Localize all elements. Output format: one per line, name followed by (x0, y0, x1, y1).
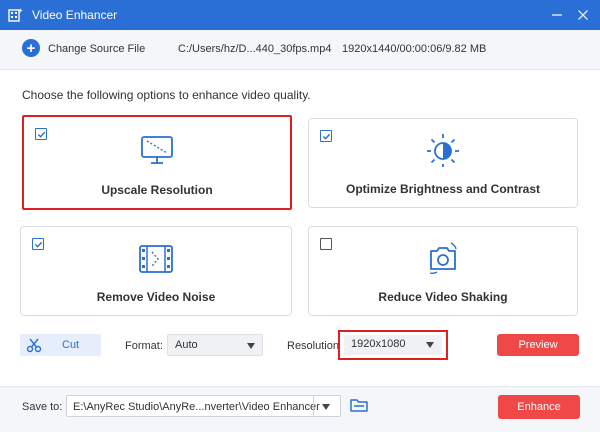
checkmark-icon (34, 241, 42, 248)
option-reduce-video-shaking[interactable]: Reduce Video Shaking (308, 226, 578, 316)
option-checkbox[interactable] (320, 238, 332, 250)
window-title: Video Enhancer (32, 8, 118, 22)
option-upscale-resolution[interactable]: Upscale Resolution (22, 115, 292, 210)
checkmark-icon (37, 131, 45, 138)
preview-button[interactable]: Preview (497, 334, 579, 356)
enhance-button[interactable]: Enhance (498, 395, 580, 419)
minimize-button[interactable] (548, 6, 566, 24)
plus-icon[interactable]: + (22, 39, 40, 57)
video-enhancer-app-icon (8, 8, 23, 22)
source-file-info: 1920x1440/00:00:06/9.82 MB (342, 43, 487, 55)
minimize-icon (552, 14, 562, 16)
folder-icon[interactable] (350, 397, 368, 413)
save-path-dropdown[interactable]: E:\AnyRec Studio\AnyRe...nverter\Video E… (66, 395, 341, 417)
option-label: Optimize Brightness and Contrast (345, 182, 541, 196)
option-checkbox[interactable] (32, 238, 44, 250)
chevron-down-icon[interactable] (322, 404, 330, 410)
source-file-bar: + Change Source File C:/Users/hz/D...440… (0, 30, 600, 70)
camera-shake-icon (429, 242, 457, 275)
cut-button[interactable]: Cut (20, 334, 101, 356)
change-source-file-button[interactable]: Change Source File (48, 43, 145, 55)
film-strip-icon (139, 245, 173, 273)
controls-row: Cut Format: Auto Resolution: 1920x1080 P… (0, 330, 600, 360)
option-remove-video-noise[interactable]: Remove Video Noise (20, 226, 292, 316)
save-to-label: Save to: (22, 401, 63, 413)
option-label: Reduce Video Shaking (378, 290, 508, 304)
option-optimize-brightness[interactable]: Optimize Brightness and Contrast (308, 118, 578, 208)
option-label: Remove Video Noise (96, 290, 216, 304)
brightness-sun-icon (427, 134, 459, 167)
option-checkbox[interactable] (35, 128, 47, 140)
option-checkbox[interactable] (320, 130, 332, 142)
resolution-value: 1920x1080 (351, 338, 406, 350)
chevron-down-icon (247, 343, 255, 349)
title-bar: Video Enhancer (0, 0, 600, 30)
checkmark-icon (322, 133, 330, 140)
format-value: Auto (175, 339, 198, 351)
scissors-icon (26, 338, 42, 353)
source-file-path: C:/Users/hz/D...440_30fps.mp4 (178, 43, 332, 55)
resolution-select-inner[interactable]: 1920x1080 (344, 335, 442, 355)
upscale-monitor-icon (141, 136, 173, 164)
format-dropdown[interactable]: Auto (167, 334, 263, 356)
resolution-label: Resolution: (287, 340, 343, 352)
dropdown-divider (313, 396, 314, 416)
option-label: Upscale Resolution (101, 183, 213, 197)
cut-label: Cut (62, 339, 80, 351)
instructions-text: Choose the following options to enhance … (22, 88, 311, 102)
chevron-down-icon (426, 342, 434, 348)
format-label: Format: (125, 340, 163, 352)
close-button[interactable] (574, 6, 592, 24)
footer-bar: Save to: E:\AnyRec Studio\AnyRe...nverte… (0, 386, 600, 432)
close-icon (578, 10, 588, 20)
resolution-dropdown[interactable]: 1920x1080 (338, 330, 448, 360)
save-path-value: E:\AnyRec Studio\AnyRe...nverter\Video E… (73, 401, 320, 413)
